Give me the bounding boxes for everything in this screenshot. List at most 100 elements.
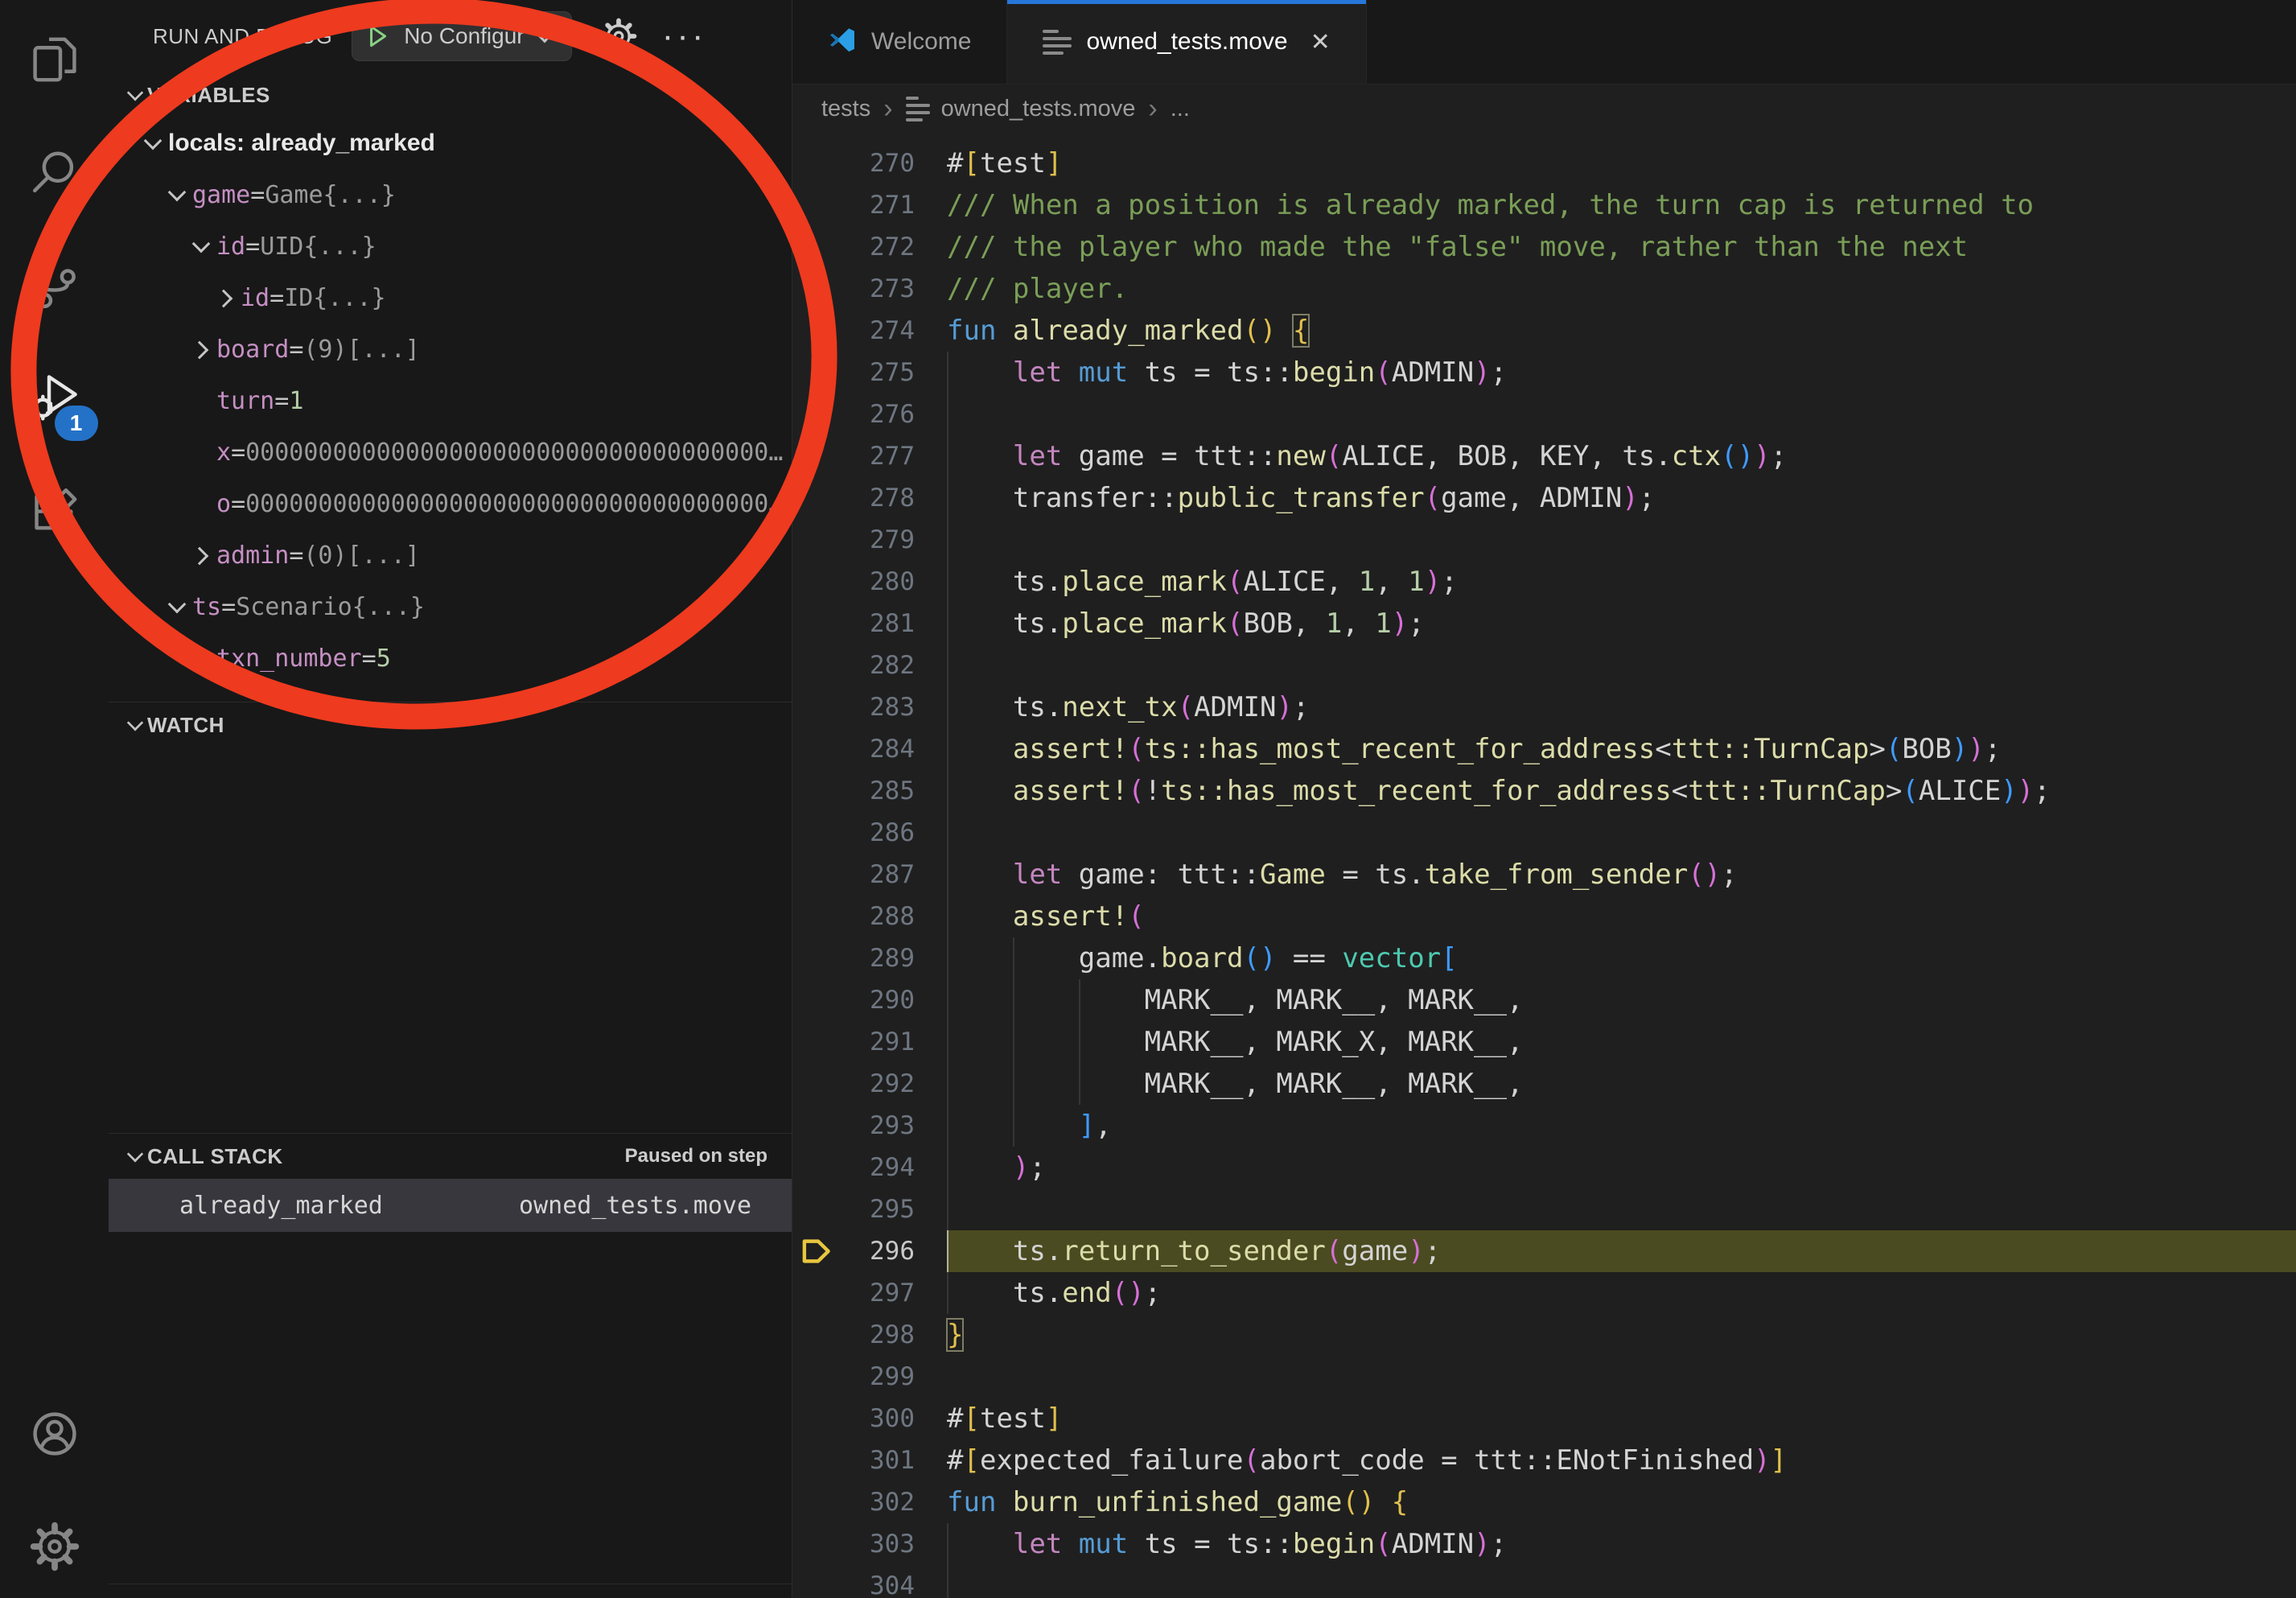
variable-row[interactable]: admin = (0)[...] — [109, 529, 792, 581]
line-number[interactable]: 276 — [841, 393, 915, 435]
line-content[interactable]: fun already_marked() { — [947, 310, 2296, 352]
breadcrumb-item[interactable]: owned_tests.move — [941, 96, 1136, 122]
code-line[interactable]: 290 MARK__, MARK__, MARK__, — [792, 979, 2296, 1021]
gutter-glyph[interactable] — [792, 1356, 841, 1398]
code-line[interactable]: 295 — [792, 1188, 2296, 1230]
code-line[interactable]: 296 ts.return_to_sender(game); — [792, 1230, 2296, 1272]
start-debugging-icon[interactable] — [364, 23, 391, 50]
gutter-glyph[interactable] — [792, 1314, 841, 1356]
code-line[interactable]: 291 MARK__, MARK_X, MARK__, — [792, 1021, 2296, 1063]
code-line[interactable]: 293 ], — [792, 1105, 2296, 1147]
line-number[interactable]: 295 — [841, 1188, 915, 1230]
line-number[interactable]: 291 — [841, 1021, 915, 1063]
line-number[interactable]: 277 — [841, 435, 915, 477]
variables-scope-row[interactable]: locals: already_marked — [109, 117, 792, 169]
line-number[interactable]: 271 — [841, 184, 915, 226]
line-content[interactable]: assert!(ts::has_most_recent_for_address<… — [947, 728, 2296, 770]
variable-row[interactable]: ts = Scenario{...} — [109, 581, 792, 632]
code-line[interactable]: 288 assert!( — [792, 896, 2296, 937]
gutter-glyph[interactable] — [792, 1147, 841, 1188]
line-number[interactable]: 300 — [841, 1398, 915, 1439]
code-line[interactable]: 285 assert!(!ts::has_most_recent_for_add… — [792, 770, 2296, 812]
code-line[interactable]: 297 ts.end(); — [792, 1272, 2296, 1314]
line-content[interactable]: ts.next_tx(ADMIN); — [947, 686, 2296, 728]
code-line[interactable]: 298} — [792, 1314, 2296, 1356]
line-content[interactable]: assert!(!ts::has_most_recent_for_address… — [947, 770, 2296, 812]
gutter-glyph[interactable] — [792, 937, 841, 979]
source-control-icon[interactable] — [18, 248, 92, 322]
variable-row[interactable]: txn_number = 5 — [109, 632, 792, 684]
line-number[interactable]: 296 — [841, 1230, 915, 1272]
line-number[interactable]: 284 — [841, 728, 915, 770]
line-content[interactable]: #[expected_failure(abort_code = ttt::ENo… — [947, 1439, 2296, 1481]
code-line[interactable]: 302 fun burn_unfinished_game() { — [792, 1481, 2296, 1523]
line-content[interactable]: let game = ttt::new(ALICE, BOB, KEY, ts.… — [947, 435, 2296, 477]
line-content[interactable] — [947, 1188, 2296, 1230]
code-line[interactable]: 289 game.board() == vector[ — [792, 937, 2296, 979]
gutter-glyph[interactable] — [792, 477, 841, 519]
line-content[interactable] — [947, 393, 2296, 435]
gutter-glyph[interactable] — [792, 268, 841, 310]
code-line[interactable]: 284 assert!(ts::has_most_recent_for_addr… — [792, 728, 2296, 770]
gutter-glyph[interactable] — [792, 561, 841, 603]
code-line[interactable]: 281 ts.place_mark(BOB, 1, 1); — [792, 603, 2296, 645]
line-content[interactable]: MARK__, MARK__, MARK__, — [947, 979, 2296, 1021]
search-icon[interactable] — [18, 135, 92, 209]
line-content[interactable] — [947, 1356, 2296, 1398]
line-content[interactable]: ts.return_to_sender(game); — [947, 1230, 2296, 1272]
code-line[interactable]: 273/// player. — [792, 268, 2296, 310]
variable-row[interactable]: o = 000000000000000000000000000000000000… — [109, 478, 792, 529]
line-number[interactable]: 303 — [841, 1523, 915, 1565]
code-line[interactable]: 299 — [792, 1356, 2296, 1398]
gutter-glyph[interactable] — [792, 854, 841, 896]
account-icon[interactable] — [18, 1397, 92, 1471]
gutter-glyph[interactable] — [792, 603, 841, 645]
line-content[interactable] — [947, 812, 2296, 854]
watch-section-header[interactable]: WATCH — [109, 702, 792, 748]
line-number[interactable]: 270 — [841, 142, 915, 184]
gutter-glyph[interactable] — [792, 896, 841, 937]
extensions-icon[interactable] — [18, 473, 92, 547]
gutter-glyph[interactable] — [792, 1021, 841, 1063]
gutter-glyph[interactable] — [792, 1105, 841, 1147]
code-line[interactable]: 277 let game = ttt::new(ALICE, BOB, KEY,… — [792, 435, 2296, 477]
code-line[interactable]: 303 let mut ts = ts::begin(ADMIN); — [792, 1523, 2296, 1565]
line-content[interactable]: let mut ts = ts::begin(ADMIN); — [947, 352, 2296, 393]
line-content[interactable]: #[test] — [947, 142, 2296, 184]
run-and-debug-icon[interactable]: 1 — [18, 360, 92, 435]
variable-row[interactable]: board = (9)[...] — [109, 323, 792, 375]
breadcrumb-item[interactable]: ... — [1171, 96, 1190, 122]
call-stack-section-header[interactable]: CALL STACK Paused on step — [109, 1134, 792, 1179]
explorer-icon[interactable] — [18, 23, 92, 97]
breakpoints-section-header[interactable]: BREAKPOINTS — [109, 1584, 792, 1598]
line-number[interactable]: 289 — [841, 937, 915, 979]
variable-row[interactable]: id = UID{...} — [109, 220, 792, 272]
line-number[interactable]: 299 — [841, 1356, 915, 1398]
line-content[interactable]: ); — [947, 1147, 2296, 1188]
debug-settings-gear-icon[interactable] — [599, 17, 638, 56]
gutter-glyph[interactable] — [792, 184, 841, 226]
line-number[interactable]: 298 — [841, 1314, 915, 1356]
code-line[interactable]: 270 #[test] — [792, 142, 2296, 184]
line-number[interactable]: 304 — [841, 1565, 915, 1598]
line-content[interactable]: ], — [947, 1105, 2296, 1147]
line-number[interactable]: 272 — [841, 226, 915, 268]
line-number[interactable]: 290 — [841, 979, 915, 1021]
line-number[interactable]: 302 — [841, 1481, 915, 1523]
line-content[interactable]: fun burn_unfinished_game() { — [947, 1481, 2296, 1523]
close-tab-icon[interactable]: ✕ — [1311, 28, 1331, 56]
gutter-glyph[interactable] — [792, 226, 841, 268]
gutter-glyph[interactable] — [792, 393, 841, 435]
gutter-glyph[interactable] — [792, 1063, 841, 1105]
line-number[interactable]: 292 — [841, 1063, 915, 1105]
gutter-glyph[interactable] — [792, 435, 841, 477]
gutter-glyph[interactable] — [792, 686, 841, 728]
variables-section-header[interactable]: VARIABLES — [109, 72, 792, 117]
line-number[interactable]: 280 — [841, 561, 915, 603]
code-line[interactable]: 292 MARK__, MARK__, MARK__, — [792, 1063, 2296, 1105]
gutter-glyph[interactable] — [792, 812, 841, 854]
line-content[interactable]: /// When a position is already marked, t… — [947, 184, 2296, 226]
line-content[interactable] — [947, 1565, 2296, 1598]
line-content[interactable]: let game: ttt::Game = ts.take_from_sende… — [947, 854, 2296, 896]
line-number[interactable]: 279 — [841, 519, 915, 561]
